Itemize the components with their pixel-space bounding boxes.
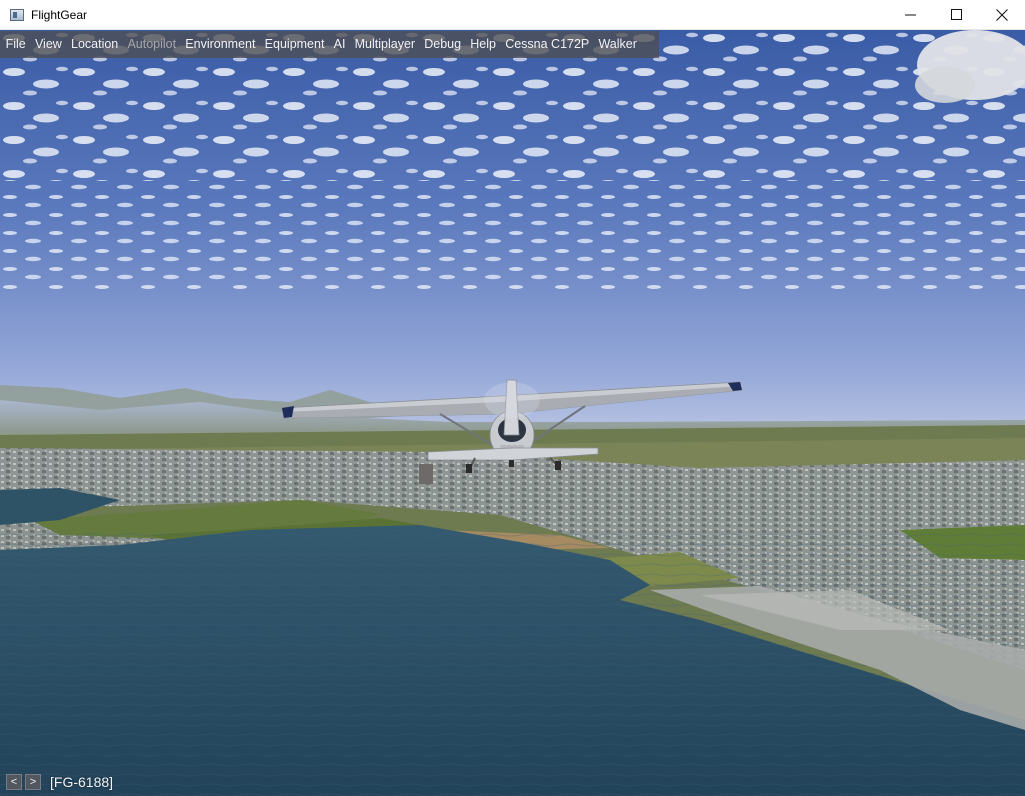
maximize-icon (950, 9, 962, 20)
message-bar: < > [FG-6188] (6, 773, 113, 791)
menu-autopilot[interactable]: Autopilot (123, 31, 181, 58)
minimize-icon (904, 14, 916, 16)
prev-message-button[interactable]: < (6, 774, 22, 790)
menu-file[interactable]: File (1, 31, 30, 58)
scene-render (0, 30, 1025, 796)
menu-cessna-c172p[interactable]: Cessna C172P (501, 31, 594, 58)
window-title: FlightGear (31, 7, 88, 22)
callsign-label: [FG-6188] (50, 774, 114, 790)
minimize-button[interactable] (887, 0, 933, 30)
menu-view[interactable]: View (30, 31, 66, 58)
menu-location[interactable]: Location (66, 31, 122, 58)
app-window-icon (10, 8, 24, 21)
window-titlebar: FlightGear (0, 0, 1025, 30)
menu-equipment[interactable]: Equipment (260, 31, 329, 58)
next-message-button[interactable]: > (25, 774, 41, 790)
menu-help[interactable]: Help (466, 31, 501, 58)
menu-environment[interactable]: Environment (181, 31, 260, 58)
close-button[interactable] (979, 0, 1025, 30)
window-controls (887, 0, 1025, 30)
menubar: File View Location Autopilot Environment… (0, 31, 659, 58)
menu-walker[interactable]: Walker (594, 31, 642, 58)
close-icon (996, 8, 1008, 21)
maximize-button[interactable] (933, 0, 979, 30)
menu-multiplayer[interactable]: Multiplayer (350, 31, 420, 58)
menu-debug[interactable]: Debug (420, 31, 466, 58)
menu-ai[interactable]: AI (329, 31, 350, 58)
flight-viewport[interactable] (0, 30, 1025, 796)
